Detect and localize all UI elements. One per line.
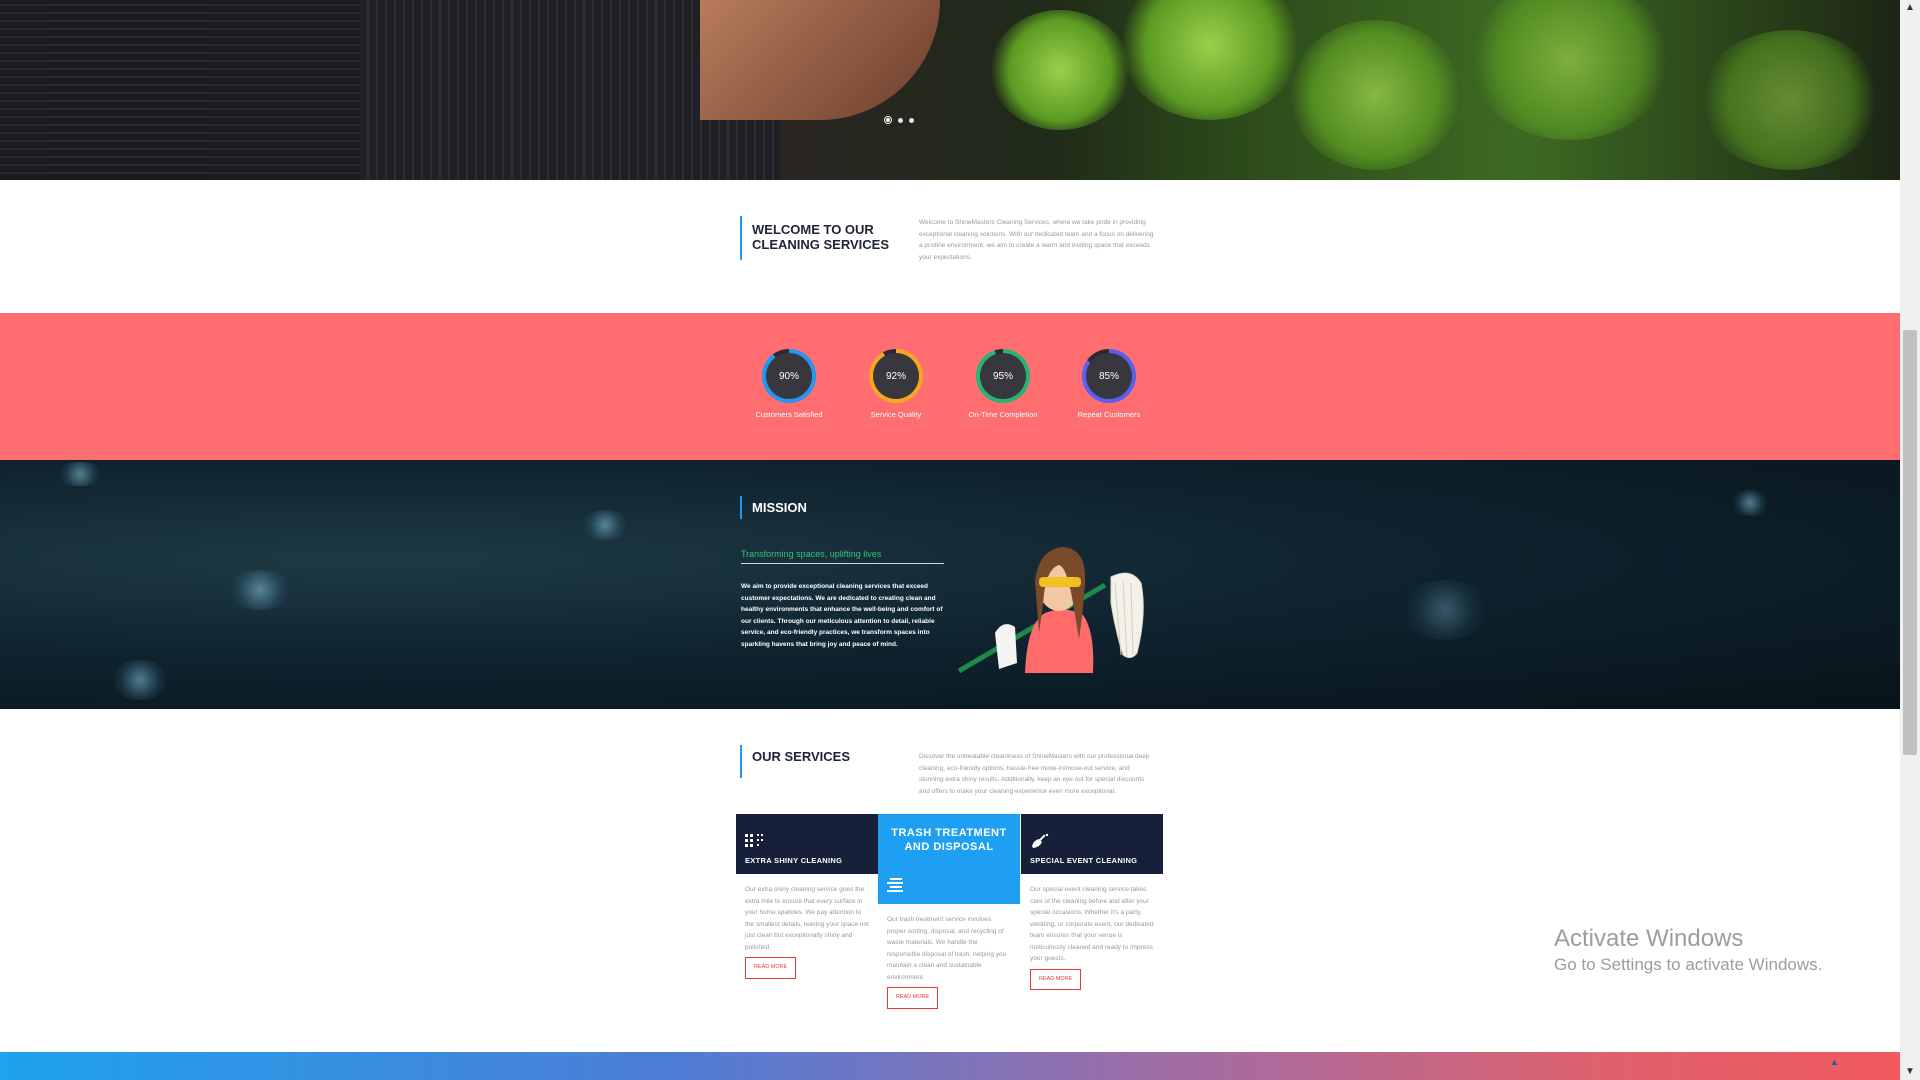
service-card-title: SPECIAL EVENT CLEANING [1030,856,1138,865]
scrollbar-thumb[interactable] [1903,330,1917,755]
stack-lines-icon [887,878,903,892]
stat-service-quality: 92% Service Quality [846,349,946,419]
water-drop [1400,580,1490,640]
progress-ring: 85% [1082,349,1136,403]
stat-label: Repeat Customers [1077,410,1141,419]
stat-on-time-completion: 95% On-Time Completion [953,349,1053,419]
dots-grid-icon [745,834,763,847]
service-card-header: EXTRA SHINY CLEANING [736,814,878,874]
read-more-button[interactable]: READ MORE [1030,968,1082,990]
stat-customers-satisfied: 90% Customers Satisfied [739,349,839,419]
stat-repeat-customers: 85% Repeat Customers [1059,349,1159,419]
mission-tagline: Transforming spaces, uplifting lives [741,549,944,564]
activate-windows-watermark: Activate Windows Go to Settings to activ… [1554,924,1822,976]
slider-dot-3[interactable] [909,117,914,123]
mission-title: MISSION [740,496,807,519]
service-card-body: Our trash treatment service involves pro… [878,904,1020,1019]
hero-image-plant [1290,20,1460,170]
welcome-title: WELCOME TO OUR CLEANING SERVICES [740,216,910,260]
water-drop [1730,490,1770,516]
progress-ring: 95% [976,349,1030,403]
stat-value: 90% [766,353,812,399]
stat-label: On-Time Completion [968,410,1038,419]
welcome-description: Welcome to ShineMasters Cleaning Service… [919,219,1154,261]
page-scrollbar[interactable]: ▲ ▼ [1900,0,1920,1080]
scroll-down-icon[interactable]: ▼ [1900,1064,1920,1080]
slider-dots [884,116,914,124]
hero-image-plant [1700,30,1880,170]
water-drop [225,570,295,610]
mission-text: We aim to provide exceptional cleaning s… [741,583,943,648]
slider-dot-1[interactable] [884,116,892,124]
hero-banner [0,0,1900,180]
service-card-text: Our special event cleaning service takes… [1030,886,1154,962]
hero-image-arm [700,0,940,120]
broom-icon [1032,833,1049,848]
service-card-extra-shiny: EXTRA SHINY CLEANING Our extra shiny cle… [736,814,878,989]
service-card-header: TRASH TREATMENT AND DISPOSAL [878,814,1020,904]
service-card-trash-treatment: TRASH TREATMENT AND DISPOSAL Our trash t… [878,814,1020,1019]
services-description: Discover the unbeatable cleanliness of S… [919,753,1150,795]
service-card-text: Our trash treatment service involves pro… [887,916,1007,981]
slider-dot-2[interactable] [898,117,903,123]
service-card-body: Our special event cleaning service takes… [1021,874,1163,1000]
watermark-subtitle: Go to Settings to activate Windows. [1554,955,1823,974]
water-drop [580,510,630,540]
progress-ring: 90% [762,349,816,403]
welcome-section: WELCOME TO OUR CLEANING SERVICES Welcome… [0,180,1900,314]
mission-section: MISSION Transforming spaces, uplifting l… [0,460,1900,709]
water-drop [55,462,105,486]
service-card-body: Our extra shiny cleaning service goes th… [736,874,878,989]
stat-value: 95% [980,353,1026,399]
stat-label: Service Quality [870,410,922,419]
read-more-button[interactable]: READ MORE [887,987,939,1009]
services-title: OUR SERVICES [740,745,850,778]
back-to-top-icon[interactable]: ▲ [1830,1057,1840,1067]
stat-value: 85% [1086,353,1132,399]
watermark-title: Activate Windows [1554,925,1744,952]
stat-value: 92% [873,353,919,399]
stats-section: 90% Customers Satisfied 92% Service Qual… [0,313,1900,460]
hero-image-plant [990,10,1130,130]
services-section: OUR SERVICES Discover the unbeatable cle… [0,709,1900,1052]
hero-image-plant [1120,0,1300,120]
hero-image-chair [0,0,360,180]
water-drop [110,660,170,700]
service-card-title: EXTRA SHINY CLEANING [745,856,843,865]
service-card-special-event: SPECIAL EVENT CLEANING Our special event… [1021,814,1163,1000]
progress-ring: 92% [869,349,923,403]
stat-label: Customers Satisfied [755,410,823,419]
service-card-header: SPECIAL EVENT CLEANING [1021,814,1163,874]
service-card-title: TRASH TREATMENT AND DISPOSAL [891,827,1007,853]
service-card-text: Our extra shiny cleaning service goes th… [745,886,869,951]
read-more-button[interactable]: READ MORE [745,957,797,979]
scroll-up-icon[interactable]: ▲ [1900,0,1920,16]
cleaning-woman-illustration [957,547,1144,673]
footer-gradient-banner [0,1052,1900,1080]
hero-image-plant [1470,0,1670,140]
